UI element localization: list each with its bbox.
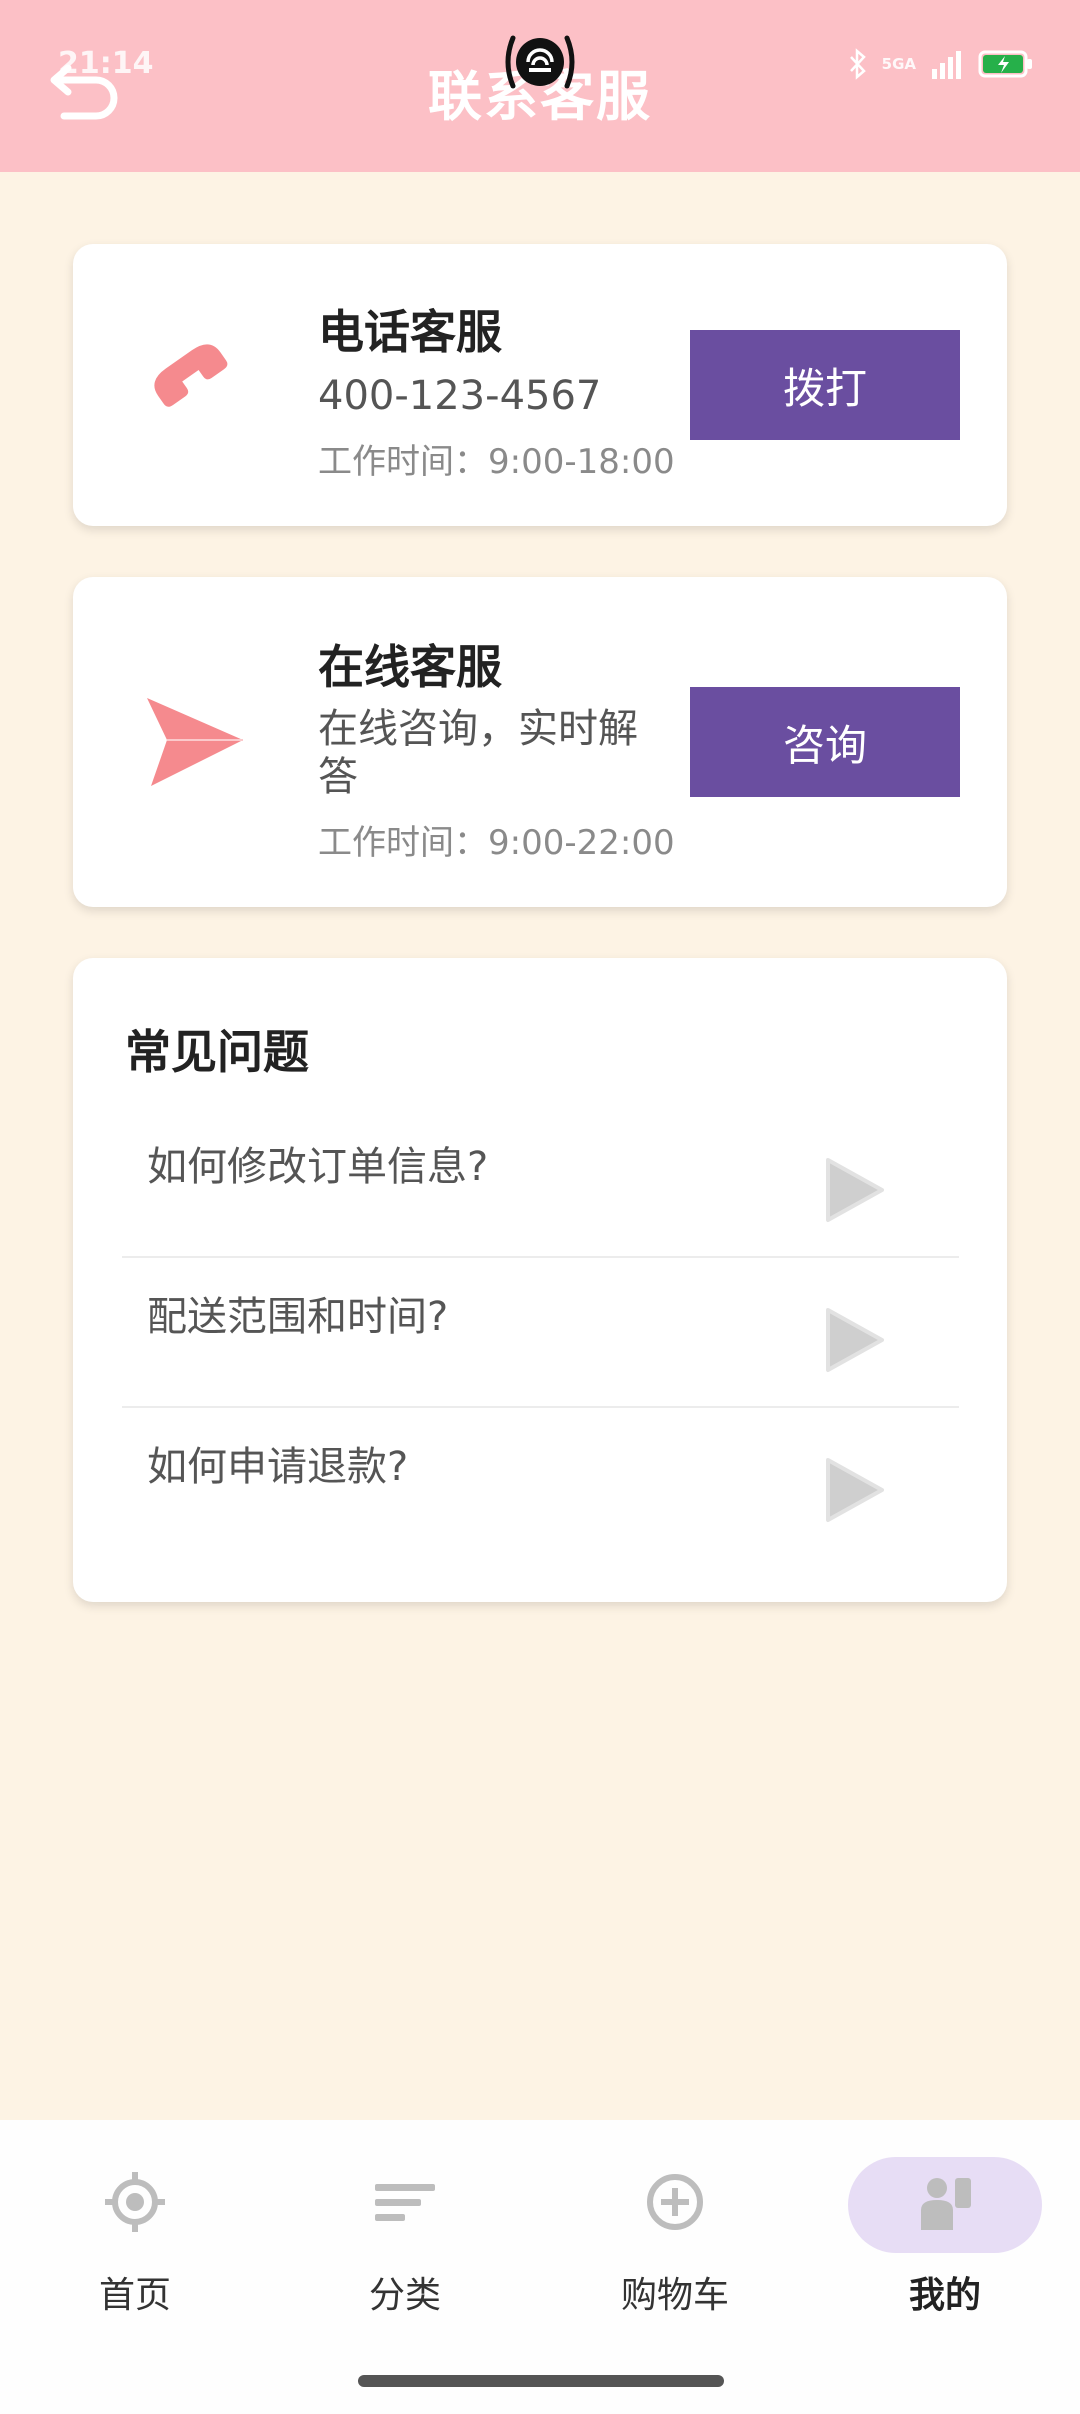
nav-label: 购物车 <box>620 2275 729 2316</box>
faq-card: 常见问题 如何修改订单信息? 配送范围和时间? 如何申请退款? <box>73 958 1007 1602</box>
network-type: 5GA <box>881 55 916 73</box>
add-circle-icon <box>647 2174 703 2230</box>
nav-item-category[interactable]: 分类 <box>305 2156 505 2336</box>
nav-item-mine[interactable]: 我的 <box>845 2156 1045 2336</box>
online-service-desc-line1: 在线咨询，实时解 <box>318 706 638 752</box>
call-button[interactable]: 拨打 <box>690 330 960 440</box>
nav-label: 我的 <box>908 2275 981 2316</box>
faq-item[interactable]: 如何修改订单信息? <box>122 1108 959 1258</box>
phone-number: 400-123-4567 <box>318 373 602 419</box>
hotspot-indicator-icon <box>505 35 575 89</box>
online-service-hours: 工作时间：9:00-22:00 <box>318 823 675 863</box>
nav-item-home[interactable]: 首页 <box>35 2156 235 2336</box>
nav-item-cart[interactable]: 购物车 <box>575 2156 775 2336</box>
nav-label: 首页 <box>98 2275 171 2316</box>
home-indicator[interactable] <box>358 2375 724 2387</box>
user-icon <box>921 2178 971 2230</box>
faq-question: 如何修改订单信息? <box>147 1144 489 1190</box>
bluetooth-icon <box>849 48 866 80</box>
status-icons: 5GA <box>848 44 1034 84</box>
phone-icon <box>154 344 228 407</box>
battery-icon <box>978 50 1032 78</box>
faq-title: 常见问题 <box>125 1025 309 1079</box>
nav-label: 分类 <box>368 2275 441 2316</box>
compass-icon <box>105 2172 165 2232</box>
play-arrow-icon <box>826 1308 884 1372</box>
online-service-card: 在线客服 在线咨询，实时解 答 工作时间：9:00-22:00 咨询 <box>73 577 1007 907</box>
app-header: 21:14 联系客服 5GA <box>0 0 1080 172</box>
online-service-name: 在线客服 <box>318 640 502 694</box>
list-icon <box>375 2184 435 2221</box>
play-arrow-icon <box>826 1458 884 1522</box>
signal-icon <box>932 51 961 79</box>
faq-item[interactable]: 配送范围和时间? <box>122 1258 959 1408</box>
consult-button[interactable]: 咨询 <box>690 687 960 797</box>
faq-question: 如何申请退款? <box>147 1444 409 1490</box>
faq-item[interactable]: 如何申请退款? <box>122 1408 959 1558</box>
online-service-desc-line2: 答 <box>318 754 358 800</box>
play-arrow-icon <box>826 1158 884 1222</box>
phone-service-card: 电话客服 400-123-4567 工作时间：9:00-18:00 拨打 <box>73 244 1007 526</box>
paper-plane-icon <box>147 698 243 786</box>
phone-service-name: 电话客服 <box>318 305 502 359</box>
faq-question: 配送范围和时间? <box>147 1294 449 1340</box>
phone-service-hours: 工作时间：9:00-18:00 <box>318 442 675 482</box>
